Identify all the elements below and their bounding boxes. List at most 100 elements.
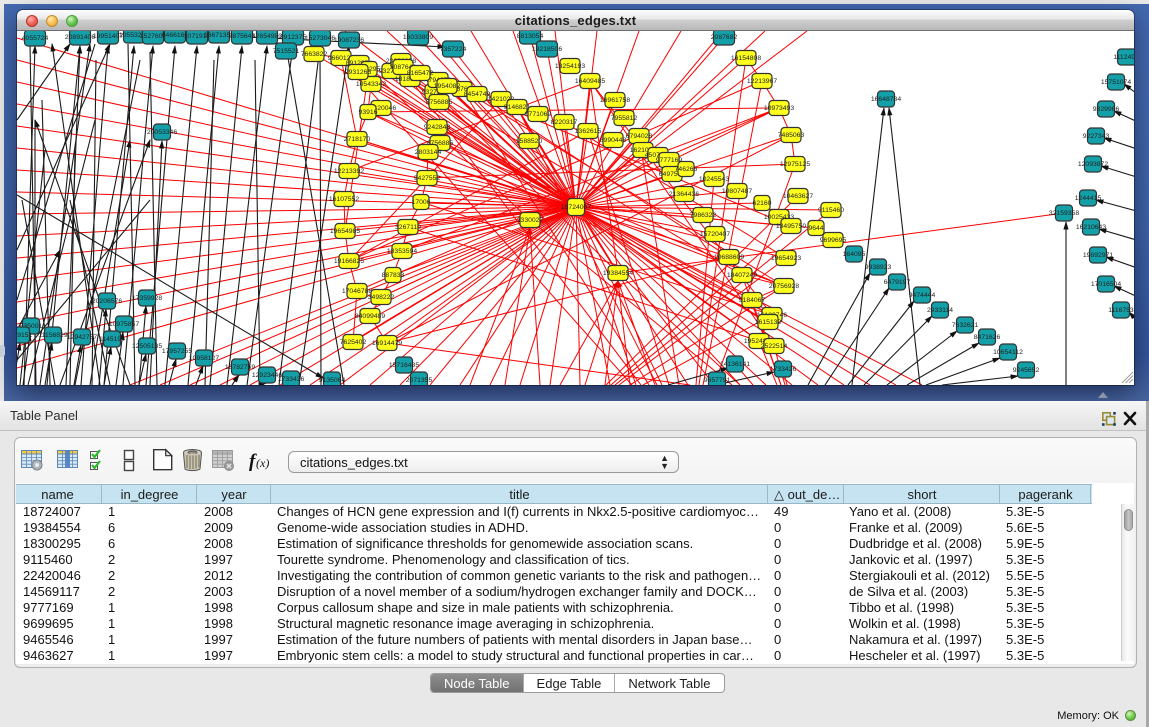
svg-text:8990448: 8990448 <box>600 137 627 144</box>
svg-text:16782759: 16782759 <box>225 364 255 371</box>
svg-text:1116753: 1116753 <box>1108 307 1134 314</box>
svg-text:20053346: 20053346 <box>147 129 177 136</box>
svg-text:10973493: 10973493 <box>764 105 794 112</box>
svg-text:8454749: 8454749 <box>464 91 491 98</box>
svg-text:746266: 746266 <box>675 166 698 173</box>
svg-text:(x): (x) <box>256 456 269 470</box>
svg-text:9427552: 9427552 <box>414 175 441 182</box>
svg-text:11124987: 11124987 <box>1113 54 1134 61</box>
svg-text:62160: 62160 <box>753 200 772 207</box>
svg-text:2803144: 2803144 <box>415 149 442 156</box>
svg-text:9931265: 9931265 <box>345 69 372 76</box>
svg-text:1733426: 1733426 <box>278 376 305 383</box>
svg-text:13495750: 13495750 <box>776 223 806 230</box>
svg-text:9115460: 9115460 <box>818 207 844 214</box>
svg-text:939151: 939151 <box>17 332 33 339</box>
svg-text:17359928: 17359928 <box>132 295 162 302</box>
svg-text:9771069: 9771069 <box>525 111 552 118</box>
svg-text:3498222: 3498222 <box>368 294 395 301</box>
svg-text:10975857: 10975857 <box>109 321 139 328</box>
svg-text:19166825: 19166825 <box>334 258 364 265</box>
svg-text:15716485: 15716485 <box>389 362 419 369</box>
svg-text:16154808: 16154808 <box>731 55 761 62</box>
svg-text:164095: 164095 <box>843 251 866 258</box>
svg-text:15751074: 15751074 <box>1101 79 1131 86</box>
svg-text:20206576: 20206576 <box>92 298 122 305</box>
svg-text:7955812: 7955812 <box>611 115 638 122</box>
svg-text:7515521: 7515521 <box>273 48 300 55</box>
svg-text:19654923: 19654923 <box>771 255 801 262</box>
svg-text:21364436: 21364436 <box>669 191 699 198</box>
svg-text:9184067: 9184067 <box>739 297 766 304</box>
svg-text:1244415: 1244415 <box>1075 195 1102 202</box>
svg-text:9474444: 9474444 <box>909 292 936 299</box>
svg-text:20891406: 20891406 <box>65 34 95 41</box>
svg-text:12942757: 12942757 <box>67 334 97 341</box>
svg-text:9657791: 9657791 <box>704 377 731 384</box>
svg-text:9242848: 9242848 <box>424 124 451 131</box>
svg-text:1362615: 1362615 <box>575 128 602 135</box>
svg-text:84099489: 84099489 <box>355 313 385 320</box>
svg-text:19692971: 19692971 <box>1083 252 1113 259</box>
svg-text:8165472: 8165472 <box>407 70 434 77</box>
svg-text:2933114: 2933114 <box>927 307 953 314</box>
svg-text:13353594: 13353594 <box>387 248 417 255</box>
svg-text:8756885: 8756885 <box>426 99 453 106</box>
svg-text:1954082: 1954082 <box>434 83 461 90</box>
svg-text:19218506: 19218506 <box>532 46 562 53</box>
svg-text:9227343: 9227343 <box>1083 133 1110 140</box>
svg-text:15273046: 15273046 <box>305 35 335 42</box>
svg-text:1145194: 1145194 <box>99 336 125 343</box>
svg-text:1615132: 1615132 <box>755 319 782 326</box>
svg-text:17016504: 17016504 <box>1091 281 1121 288</box>
svg-text:6794028: 6794028 <box>626 133 653 140</box>
svg-text:7986322: 7986322 <box>690 212 717 219</box>
svg-text:17957255: 17957255 <box>162 348 192 355</box>
svg-text:13254193: 13254193 <box>555 63 585 70</box>
svg-text:3267110: 3267110 <box>395 224 421 231</box>
svg-text:19654985: 19654985 <box>330 228 360 235</box>
svg-text:10463627: 10463627 <box>783 193 813 200</box>
svg-text:11156829: 11156829 <box>38 332 67 339</box>
svg-text:2330027: 2330027 <box>517 217 544 224</box>
svg-text:12654980: 12654980 <box>252 33 282 40</box>
svg-text:9329966: 9329966 <box>1093 106 1120 113</box>
svg-text:8813054: 8813054 <box>517 33 544 40</box>
svg-text:7625402: 7625402 <box>340 339 367 346</box>
svg-text:16033809: 16033809 <box>403 34 433 41</box>
svg-text:9245652: 9245652 <box>1013 367 1040 374</box>
svg-text:19384554: 19384554 <box>603 270 633 277</box>
svg-text:10688609: 10688609 <box>714 254 744 261</box>
svg-text:1588520: 1588520 <box>516 138 543 145</box>
svg-text:2522514: 2522514 <box>761 343 788 350</box>
svg-text:16107552: 16107552 <box>329 196 359 203</box>
svg-text:16210643: 16210643 <box>1076 224 1106 231</box>
svg-text:4055724: 4055724 <box>22 35 49 42</box>
svg-text:12975125: 12975125 <box>780 161 810 168</box>
svg-text:93916: 93916 <box>359 109 378 116</box>
svg-text:8220317: 8220317 <box>551 119 578 126</box>
svg-text:12093872: 12093872 <box>1078 161 1108 168</box>
svg-text:16409485: 16409485 <box>575 78 605 85</box>
svg-text:7663822: 7663822 <box>301 51 328 58</box>
svg-text:8471626: 8471626 <box>974 334 1001 341</box>
svg-text:9938923: 9938923 <box>865 264 892 271</box>
svg-text:10654112: 10654112 <box>993 349 1023 356</box>
svg-text:2718170: 2718170 <box>344 136 371 143</box>
svg-text:12213392: 12213392 <box>334 168 364 175</box>
svg-text:16648784: 16648784 <box>871 96 901 103</box>
svg-text:10543342: 10543342 <box>356 81 386 88</box>
svg-text:20756928: 20756928 <box>769 283 799 290</box>
svg-text:8912375: 8912375 <box>280 34 307 41</box>
svg-text:10958127: 10958127 <box>189 355 219 362</box>
svg-text:18407249: 18407249 <box>727 272 757 279</box>
svg-text:7485063: 7485063 <box>778 132 805 139</box>
svg-text:1733426: 1733426 <box>770 366 797 373</box>
svg-text:12213967: 12213967 <box>747 78 777 85</box>
svg-text:10245543: 10245543 <box>699 176 729 183</box>
svg-text:16961758: 16961758 <box>600 97 630 104</box>
svg-text:7357224: 7357224 <box>440 46 467 53</box>
svg-text:2087682: 2087682 <box>711 34 738 41</box>
svg-text:9146821: 9146821 <box>504 104 531 111</box>
svg-text:9135064: 9135064 <box>319 377 346 384</box>
